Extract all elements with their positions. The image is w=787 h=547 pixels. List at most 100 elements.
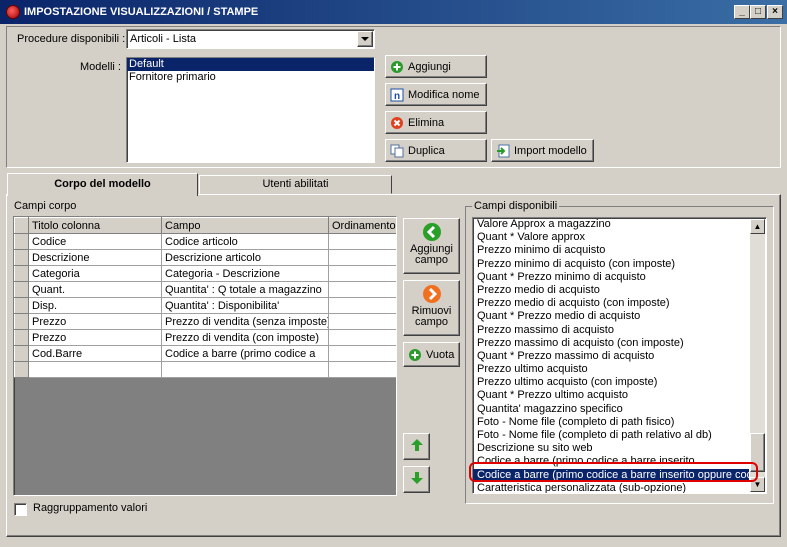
minimize-button[interactable]: _ [734, 5, 750, 19]
table-cell[interactable]: Codice [28, 233, 162, 250]
table-cell[interactable] [328, 345, 396, 362]
scroll-thumb[interactable] [750, 433, 765, 472]
rimuovi-campo-button[interactable]: Rimuovi campo [403, 280, 460, 336]
table-row[interactable]: Cod.Barre Codice a barre (primo codice a [14, 345, 396, 362]
list-item[interactable]: Prezzo medio di acquisto (con imposte) [473, 297, 749, 310]
list-item[interactable]: Quant * Prezzo medio di acquisto [473, 310, 749, 323]
table-cell[interactable]: Prezzo [28, 329, 162, 346]
vuota-button[interactable]: Vuota [403, 342, 460, 367]
vuota-label: Vuota [426, 348, 455, 361]
import-label: Import modello [514, 144, 587, 157]
list-item[interactable]: Prezzo medio di acquisto [473, 284, 749, 297]
list-item[interactable]: Foto - Nome file (completo di path fisic… [473, 416, 749, 429]
grid-header[interactable]: Titolo colonna [28, 217, 162, 234]
grid-header[interactable]: Ordinamento [328, 217, 396, 234]
grid-header[interactable]: Campo [161, 217, 329, 234]
table-cell[interactable] [328, 313, 396, 330]
table-cell[interactable] [328, 361, 396, 378]
table-cell[interactable]: Quant. [28, 281, 162, 298]
list-item[interactable]: Prezzo minimo di acquisto [473, 244, 749, 257]
list-item[interactable]: Prezzo massimo di acquisto (con imposte) [473, 337, 749, 350]
table-cell[interactable]: Disp. [28, 297, 162, 314]
table-cell[interactable]: Quantita' : Q totale a magazzino [161, 281, 329, 298]
table-cell[interactable]: Prezzo di vendita (con imposte) [161, 329, 329, 346]
list-item[interactable]: Quantita' magazzino specifico [473, 403, 749, 416]
list-item[interactable]: Quant * Prezzo massimo di acquisto [473, 350, 749, 363]
table-row[interactable] [14, 361, 396, 378]
duplica-button[interactable]: Duplica [385, 139, 487, 162]
svg-text:n: n [394, 91, 400, 102]
tab-corpo-del-modello[interactable]: Corpo del modello [7, 173, 198, 196]
table-cell[interactable]: Categoria - Descrizione [161, 265, 329, 282]
list-item[interactable]: Quant * Valore approx [473, 231, 749, 244]
table-row[interactable]: Disp. Quantita' : Disponibilita' [14, 297, 396, 314]
table-cell[interactable] [161, 361, 329, 378]
row-header[interactable] [14, 265, 29, 282]
table-cell[interactable] [328, 297, 396, 314]
import-modello-button[interactable]: Import modello [491, 139, 594, 162]
aggiungi-button[interactable]: Aggiungi [385, 55, 487, 78]
modelli-list[interactable]: Default Fornitore primario [126, 57, 375, 163]
campi-corpo-grid[interactable]: Titolo colonna Campo Ordinamento Codice C… [13, 216, 397, 496]
campi-disponibili-list[interactable]: Valore Approx a magazzino Quant * Valore … [472, 217, 767, 494]
list-item[interactable]: Prezzo ultimo acquisto (con imposte) [473, 376, 749, 389]
scroll-down-button[interactable]: ▼ [750, 477, 765, 492]
table-cell[interactable]: Descrizione [28, 249, 162, 266]
table-cell[interactable] [328, 265, 396, 282]
raggruppamento-checkbox[interactable] [14, 503, 27, 516]
table-cell[interactable]: Quantita' : Disponibilita' [161, 297, 329, 314]
table-cell[interactable] [328, 329, 396, 346]
close-button[interactable]: × [767, 5, 783, 19]
row-header[interactable] [14, 345, 29, 362]
table-cell[interactable]: Prezzo di vendita (senza imposte) [161, 313, 329, 330]
list-item[interactable]: Codice a barre (primo codice a barre ins… [473, 455, 749, 468]
list-item[interactable]: Valore Approx a magazzino [473, 218, 749, 231]
list-item[interactable]: Prezzo ultimo acquisto [473, 363, 749, 376]
table-row[interactable]: Quant. Quantita' : Q totale a magazzino [14, 281, 396, 298]
row-header[interactable] [14, 233, 29, 250]
table-cell[interactable]: Cod.Barre [28, 345, 162, 362]
triangle-down-icon: ▼ [753, 480, 762, 489]
row-header[interactable] [14, 313, 29, 330]
table-row[interactable]: Prezzo Prezzo di vendita (con imposte) [14, 329, 396, 346]
modelli-item[interactable]: Fornitore primario [127, 71, 374, 84]
modelli-item[interactable]: Default [127, 58, 374, 71]
table-cell[interactable]: Codice a barre (primo codice a [161, 345, 329, 362]
table-row[interactable]: Codice Codice articolo [14, 233, 396, 250]
table-cell[interactable]: Descrizione articolo [161, 249, 329, 266]
row-header[interactable] [14, 281, 29, 298]
list-item[interactable]: Descrizione su sito web [473, 442, 749, 455]
row-header[interactable] [14, 329, 29, 346]
table-cell[interactable] [28, 361, 162, 378]
modifica-nome-button[interactable]: n Modifica nome [385, 83, 487, 106]
tab-utenti-abilitati[interactable]: Utenti abilitati [199, 175, 392, 194]
table-row[interactable]: Categoria Categoria - Descrizione [14, 265, 396, 282]
table-row[interactable]: Descrizione Descrizione articolo [14, 249, 396, 266]
table-cell[interactable]: Codice articolo [161, 233, 329, 250]
table-cell[interactable]: Prezzo [28, 313, 162, 330]
procedure-select[interactable]: Articoli - Lista [126, 29, 375, 49]
table-cell[interactable] [328, 281, 396, 298]
maximize-button[interactable]: □ [750, 5, 766, 19]
fields-scrollbar[interactable]: ▲ ▼ [750, 219, 765, 492]
list-item[interactable]: Quant * Prezzo minimo di acquisto [473, 271, 749, 284]
elimina-button[interactable]: Elimina [385, 111, 487, 134]
list-item[interactable]: Caratteristica personalizzata (sub-opzio… [473, 482, 749, 493]
list-item[interactable]: Prezzo minimo di acquisto (con imposte) [473, 258, 749, 271]
list-item[interactable]: Codice a barre (primo codice a barre ins… [473, 468, 766, 482]
dropdown-button[interactable] [357, 31, 373, 47]
row-header[interactable] [14, 297, 29, 314]
list-item[interactable]: Prezzo massimo di acquisto [473, 324, 749, 337]
move-down-button[interactable] [403, 466, 430, 493]
table-cell[interactable] [328, 249, 396, 266]
aggiungi-campo-button[interactable]: Aggiungi campo [403, 218, 460, 274]
table-cell[interactable] [328, 233, 396, 250]
list-item[interactable]: Quant * Prezzo ultimo acquisto [473, 389, 749, 402]
list-item[interactable]: Foto - Nome file (completo di path relat… [473, 429, 749, 442]
table-cell[interactable]: Categoria [28, 265, 162, 282]
scroll-up-button[interactable]: ▲ [750, 219, 765, 234]
move-up-button[interactable] [403, 433, 430, 460]
row-header[interactable] [14, 361, 29, 378]
row-header[interactable] [14, 249, 29, 266]
table-row[interactable]: Prezzo Prezzo di vendita (senza imposte) [14, 313, 396, 330]
